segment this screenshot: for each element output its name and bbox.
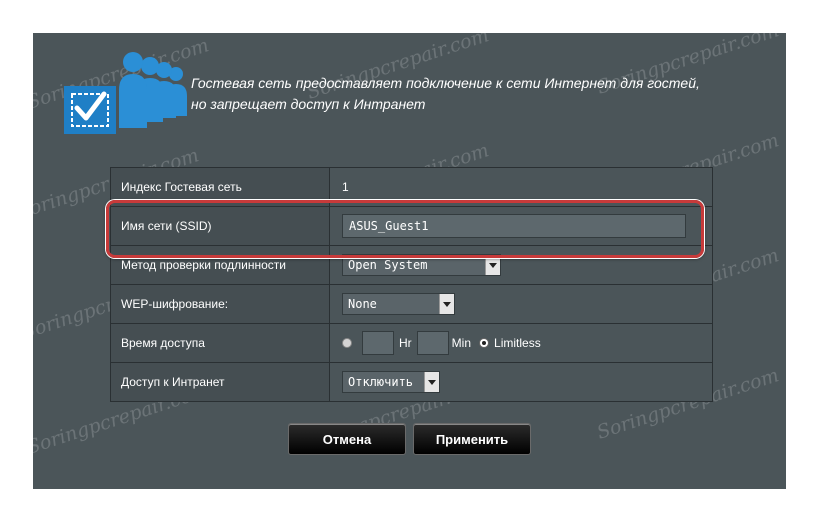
- intranet-label: Доступ к Интранет: [110, 362, 330, 402]
- row-access-time: Время доступа Hr Min Limitless: [110, 323, 713, 363]
- ssid-input[interactable]: [342, 214, 686, 238]
- chevron-down-icon[interactable]: [439, 294, 454, 314]
- index-label: Индекс Гостевая сеть: [110, 167, 330, 207]
- cancel-button[interactable]: Отмена: [288, 423, 406, 455]
- description-line-2: но запрещает доступ к Интранет: [191, 96, 426, 112]
- minutes-input[interactable]: [416, 331, 449, 355]
- row-ssid: Имя сети (SSID): [110, 206, 713, 246]
- wep-select[interactable]: None: [342, 293, 455, 315]
- wep-value: None: [348, 297, 377, 311]
- auth-method-value: Open System: [348, 258, 428, 272]
- intranet-access-select[interactable]: Отключить: [342, 371, 440, 393]
- auth-method-select[interactable]: Open System: [342, 254, 501, 276]
- guest-users-icon: [64, 52, 187, 134]
- ssid-label: Имя сети (SSID): [110, 206, 330, 246]
- limited-time-radio[interactable]: [342, 338, 352, 348]
- apply-button[interactable]: Применить: [413, 423, 531, 455]
- row-intranet: Доступ к Интранет Отключить: [110, 362, 713, 402]
- hours-input[interactable]: [362, 331, 394, 355]
- auth-label: Метод проверки подлинности: [110, 245, 330, 285]
- chevron-down-icon[interactable]: [424, 372, 439, 392]
- limitless-label: Limitless: [494, 336, 541, 350]
- hr-unit-label: Hr: [399, 336, 412, 350]
- min-unit-label: Min: [451, 336, 472, 350]
- guest-settings-table: Индекс Гостевая сеть 1 Имя сети (SSID) М…: [110, 167, 713, 402]
- wep-label: WEP-шифрование:: [110, 284, 330, 324]
- row-wep: WEP-шифрование: None: [110, 284, 713, 324]
- guest-network-panel: Soringpcrepair.com Soringpcrepair.com So…: [14, 19, 786, 489]
- limitless-radio[interactable]: [479, 338, 490, 348]
- row-index: Индекс Гостевая сеть 1: [110, 167, 713, 207]
- access-time-label: Время доступа: [110, 323, 330, 363]
- index-value: 1: [329, 167, 713, 207]
- description-line-1: Гостевая сеть предоставляет подключение …: [191, 75, 700, 91]
- guest-network-description: Гостевая сеть предоставляет подключение …: [191, 73, 771, 115]
- row-auth: Метод проверки подлинности Open System: [110, 245, 713, 285]
- chevron-down-icon[interactable]: [485, 255, 500, 275]
- intranet-access-value: Отключить: [348, 375, 414, 389]
